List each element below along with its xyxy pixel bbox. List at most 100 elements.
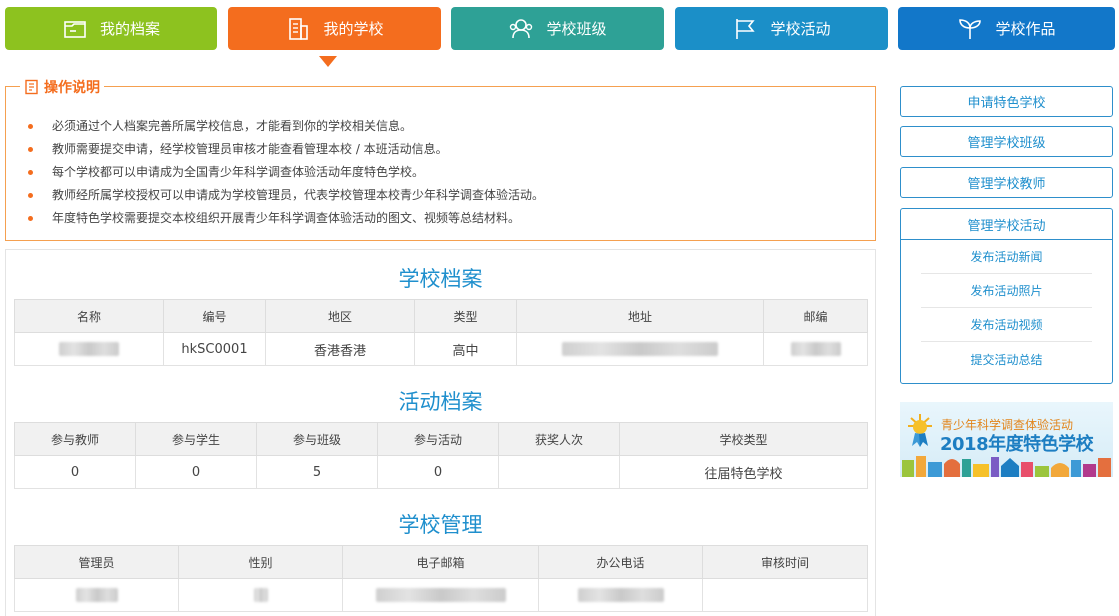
award-count-cell xyxy=(498,455,620,489)
tab-label: 学校活动 xyxy=(770,20,831,38)
instruction-text: 教师经所属学校授权可以申请成为学校管理员，代表学校管理本校青少年科学调查体验活动… xyxy=(52,188,545,202)
instruction-text: 必须通过个人档案完善所属学校信息，才能看到你的学校相关信息。 xyxy=(52,119,413,133)
admin-review-time-cell xyxy=(702,578,868,612)
bullet-icon xyxy=(28,124,33,129)
instructions-title-text: 操作说明 xyxy=(44,80,100,96)
active-tab-pointer xyxy=(319,56,337,67)
table-row: 0 0 5 0 往届特色学校 xyxy=(14,455,868,489)
skyline-illustration xyxy=(902,456,1111,477)
admin-name-cell xyxy=(14,578,179,612)
school-type-cell: 高中 xyxy=(414,332,517,366)
table-header-row: 名称 编号 地区 类型 地址 邮编 xyxy=(14,299,868,333)
student-count-cell: 0 xyxy=(135,455,257,489)
school-info-panel: 学校档案 名称 编号 地区 类型 地址 邮编 hkSC0001 香港香港 高中 … xyxy=(5,249,876,616)
submit-summary-link[interactable]: 提交活动总结 xyxy=(921,342,1092,376)
tab-label: 我的学校 xyxy=(323,20,384,38)
tab-school-activities[interactable]: 学校活动 xyxy=(675,7,888,50)
table-header-row: 参与教师 参与学生 参与班级 参与活动 获奖人次 学校类型 xyxy=(14,422,868,456)
list-item: 每个学校都可以申请成为全国青少年科学调查体验活动年度特色学校。 xyxy=(28,161,544,184)
redacted-text xyxy=(790,342,841,356)
instructions-title: 操作说明 xyxy=(20,77,104,97)
instructions-list: 必须通过个人档案完善所属学校信息，才能看到你的学校相关信息。 教师需要提交申请，… xyxy=(28,115,544,230)
redacted-text xyxy=(375,588,506,602)
redacted-text xyxy=(253,588,268,602)
column-header: 邮编 xyxy=(763,299,868,333)
publish-photos-link[interactable]: 发布活动照片 xyxy=(921,274,1092,308)
tab-my-profile[interactable]: 我的档案 xyxy=(5,7,217,50)
activity-profile-table: 参与教师 参与学生 参与班级 参与活动 获奖人次 学校类型 0 0 5 0 往届… xyxy=(14,422,868,489)
tab-label: 学校作品 xyxy=(995,20,1056,38)
folder-icon xyxy=(62,16,88,42)
column-header: 类型 xyxy=(414,299,517,333)
list-item: 年度特色学校需要提交本校组织开展青少年科学调查体验活动的图文、视频等总结材料。 xyxy=(28,207,544,230)
column-header: 审核时间 xyxy=(702,545,868,579)
column-header: 编号 xyxy=(163,299,266,333)
admin-gender-cell xyxy=(178,578,343,612)
redacted-text xyxy=(562,342,718,356)
table-header-row: 管理员 性别 电子邮箱 办公电话 审核时间 xyxy=(14,545,868,579)
column-header: 获奖人次 xyxy=(498,422,620,456)
list-item: 教师需要提交申请，经学校管理员审核才能查看管理本校 / 本班活动信息。 xyxy=(28,138,544,161)
tab-label: 学校班级 xyxy=(546,20,607,38)
publish-news-link[interactable]: 发布活动新闻 xyxy=(921,240,1092,274)
school-address-cell xyxy=(516,332,764,366)
teacher-count-cell: 0 xyxy=(14,455,136,489)
school-admin-title: 学校管理 xyxy=(398,513,483,537)
tab-label: 我的档案 xyxy=(99,20,160,38)
bullet-icon xyxy=(28,193,33,198)
column-header: 电子邮箱 xyxy=(342,545,539,579)
column-header: 性别 xyxy=(178,545,343,579)
school-admin-table: 管理员 性别 电子邮箱 办公电话 审核时间 xyxy=(14,545,868,612)
banner-title: 2018年度特色学校 xyxy=(940,434,1094,455)
manage-activities-button[interactable]: 管理学校活动 xyxy=(901,209,1112,240)
list-item: 教师经所属学校授权可以申请成为学校管理员，代表学校管理本校青少年科学调查体验活动… xyxy=(28,184,544,207)
activity-profile-title: 活动档案 xyxy=(398,390,483,414)
redacted-text xyxy=(59,342,119,356)
column-header: 办公电话 xyxy=(538,545,703,579)
manage-classes-button[interactable]: 管理学校班级 xyxy=(900,126,1113,157)
instruction-text: 教师需要提交申请，经学校管理员审核才能查看管理本校 / 本班活动信息。 xyxy=(52,142,448,156)
column-header: 参与班级 xyxy=(256,422,378,456)
school-name-cell xyxy=(14,332,164,366)
class-count-cell: 5 xyxy=(256,455,378,489)
featured-school-banner[interactable]: 青少年科学调查体验活动 2018年度特色学校 xyxy=(900,402,1113,477)
redacted-text xyxy=(75,588,118,602)
document-icon xyxy=(24,79,40,95)
instruction-text: 年度特色学校需要提交本校组织开展青少年科学调查体验活动的图文、视频等总结材料。 xyxy=(52,211,521,225)
admin-phone-cell xyxy=(538,578,703,612)
activity-count-cell: 0 xyxy=(377,455,499,489)
bullet-icon xyxy=(28,216,33,221)
bullet-icon xyxy=(28,147,33,152)
admin-email-cell xyxy=(342,578,539,612)
school-code-cell: hkSC0001 xyxy=(163,332,266,366)
medal-icon xyxy=(908,414,932,447)
tab-my-school[interactable]: 我的学校 xyxy=(228,7,441,50)
group-icon xyxy=(508,16,534,42)
column-header: 管理员 xyxy=(14,545,179,579)
column-header: 名称 xyxy=(14,299,164,333)
redacted-text xyxy=(577,588,664,602)
main-nav-tabs: 我的档案 我的学校 学校班级 学校活动 学校作品 xyxy=(5,7,1115,67)
column-header: 学校类型 xyxy=(619,422,868,456)
manage-activities-group: 管理学校活动 发布活动新闻 发布活动照片 发布活动视频 提交活动总结 xyxy=(900,208,1113,384)
flag-icon xyxy=(732,16,758,42)
column-header: 地区 xyxy=(265,299,415,333)
school-profile-title: 学校档案 xyxy=(398,267,483,291)
school-profile-table: 名称 编号 地区 类型 地址 邮编 hkSC0001 香港香港 高中 xyxy=(14,299,868,366)
column-header: 地址 xyxy=(516,299,764,333)
publish-videos-link[interactable]: 发布活动视频 xyxy=(921,308,1092,342)
school-category-cell: 往届特色学校 xyxy=(619,455,868,489)
column-header: 参与活动 xyxy=(377,422,499,456)
instructions-panel: 操作说明 必须通过个人档案完善所属学校信息，才能看到你的学校相关信息。 教师需要… xyxy=(5,77,876,241)
apply-featured-school-button[interactable]: 申请特色学校 xyxy=(900,86,1113,117)
bullet-icon xyxy=(28,170,33,175)
column-header: 参与学生 xyxy=(135,422,257,456)
building-icon xyxy=(285,16,311,42)
tab-school-works[interactable]: 学校作品 xyxy=(898,7,1115,50)
table-row: hkSC0001 香港香港 高中 xyxy=(14,332,868,366)
list-item: 必须通过个人档案完善所属学校信息，才能看到你的学校相关信息。 xyxy=(28,115,544,138)
manage-teachers-button[interactable]: 管理学校教师 xyxy=(900,167,1113,198)
school-region-cell: 香港香港 xyxy=(265,332,415,366)
tab-school-classes[interactable]: 学校班级 xyxy=(451,7,664,50)
school-postcode-cell xyxy=(763,332,868,366)
